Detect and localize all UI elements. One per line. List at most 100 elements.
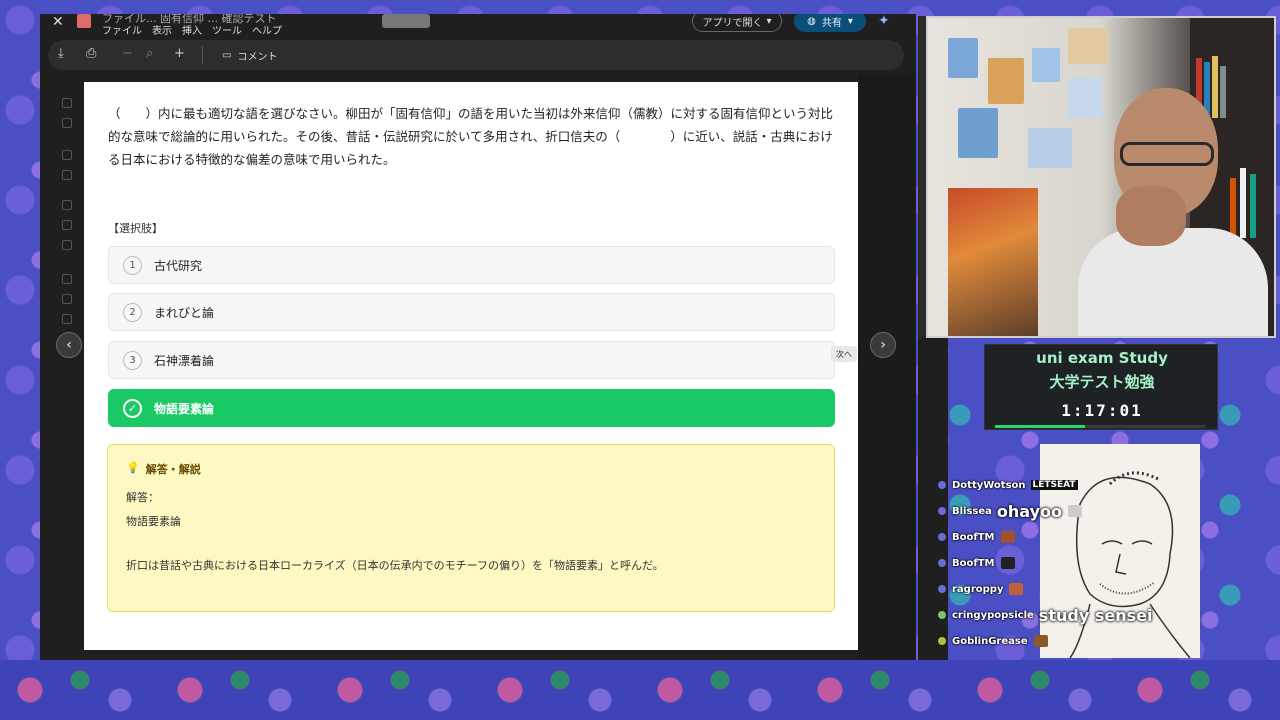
comment-button[interactable]: ▭ コメント: [214, 44, 285, 66]
open-with-app-button[interactable]: アプリで開く ▾: [692, 14, 782, 32]
chat-emote: [1000, 557, 1015, 569]
choice-option-4-selected[interactable]: ✓ 物語要素論: [108, 389, 835, 427]
choices-label: 【選択肢】: [108, 222, 163, 235]
viewer-toolbar: ⤓ ⎙ − ⌕ + ▭ コメント: [48, 40, 904, 70]
image-icon[interactable]: [62, 150, 72, 160]
choice-text: 石神漂着論: [154, 353, 215, 368]
chat-username: DottyWotson: [952, 479, 1026, 491]
chat-message: BoofTM: [938, 552, 1015, 574]
choice-option-1[interactable]: 1 古代研究: [108, 246, 835, 284]
study-timer-widget: uni exam Study 大学テスト勉強 1:17:01: [984, 344, 1218, 430]
wall-poster: [958, 108, 998, 158]
chat-emote: [1000, 531, 1015, 543]
chat-message: DottyWotson LETSEAT: [938, 474, 1078, 496]
choice-option-2[interactable]: 2 まれびと論: [108, 293, 835, 331]
person-body: [1078, 228, 1268, 336]
timer-title: uni exam Study: [1036, 349, 1168, 367]
chat-emote: [1033, 635, 1048, 647]
book: [1230, 178, 1236, 238]
choice-text: 物語要素論: [154, 401, 215, 416]
chat-username: GoblinGrease: [952, 635, 1028, 647]
wall-poster: [1068, 78, 1102, 118]
open-app-label: アプリで開く: [702, 17, 763, 29]
wall-poster: [1032, 48, 1060, 82]
book: [1240, 168, 1246, 238]
menu-item-tools[interactable]: ツール: [212, 22, 242, 37]
chat-badge-icon: [938, 533, 946, 541]
print-icon[interactable]: ⎙: [86, 46, 96, 61]
menu-item-insert[interactable]: 挿入: [182, 22, 202, 37]
globe-icon: ◍: [807, 15, 816, 27]
document-icon: [77, 14, 91, 28]
next-page-button[interactable]: ›: [870, 332, 896, 358]
history-icon[interactable]: [62, 274, 72, 284]
gemini-sparkle-icon[interactable]: ✦: [878, 14, 890, 29]
menu-bar: ファイル 表示 挿入 ツール ヘルプ: [102, 22, 282, 37]
dragon-poster: [948, 188, 1038, 336]
people-icon[interactable]: [62, 200, 72, 210]
chat-badge-icon: [938, 611, 946, 619]
home-icon[interactable]: [62, 98, 72, 108]
chevron-down-icon: ▾: [847, 15, 853, 27]
chevron-right-icon: ›: [880, 337, 886, 353]
chat-text: study sensei: [1038, 605, 1153, 625]
wall-poster: [1028, 128, 1072, 168]
chat-badge-icon: [938, 559, 946, 567]
comment-label: コメント: [237, 51, 278, 63]
toolbar-divider: [202, 46, 203, 64]
zoom-in-icon[interactable]: +: [174, 46, 185, 61]
question-text: （ ）内に最も適切な語を選びなさい。柳田が「固有信仰」の語を用いた当初は外来信仰…: [108, 106, 834, 167]
chat-badge-icon: [938, 637, 946, 645]
trash-icon[interactable]: [62, 294, 72, 304]
slides-icon[interactable]: [62, 170, 72, 180]
wall-poster: [1068, 28, 1108, 64]
choice-number: 3: [123, 350, 142, 370]
clock-icon[interactable]: [62, 220, 72, 230]
chat-username: BoofTM: [952, 557, 995, 569]
zoom-icon[interactable]: ⌕: [146, 46, 153, 61]
chat-username: cringypopsicle: [952, 609, 1034, 621]
choice-text: 古代研究: [154, 258, 203, 273]
download-icon[interactable]: ⤓: [58, 46, 64, 61]
timer-subtitle: 大学テスト勉強: [1049, 373, 1155, 391]
choice-option-3[interactable]: 3 石神漂着論: [108, 341, 835, 379]
menu-item-help[interactable]: ヘルプ: [252, 22, 282, 37]
menu-item-view[interactable]: 表示: [152, 22, 172, 37]
chat-message: cringypopsicle study sensei: [938, 604, 1152, 626]
menu-item-file[interactable]: ファイル: [102, 22, 142, 37]
glasses: [1120, 142, 1214, 166]
zoom-out-icon[interactable]: −: [122, 46, 133, 61]
answer-heading: 💡 解答・解説: [126, 461, 201, 477]
chevron-down-icon: ▾: [766, 15, 772, 27]
webcam-feed: [926, 16, 1276, 338]
choice-number: 1: [123, 255, 142, 275]
book: [1220, 66, 1226, 118]
check-icon: ✓: [123, 398, 142, 418]
share-label: 共有: [821, 17, 842, 29]
stream-background-bottom: [0, 660, 1280, 720]
previous-page-button[interactable]: ‹: [56, 332, 82, 358]
choice-number: 2: [123, 302, 142, 322]
document-page: （ ）内に最も適切な語を選びなさい。柳田が「固有信仰」の語を用いた当初は外来信仰…: [84, 82, 858, 650]
book: [1250, 174, 1256, 238]
answer-label: 解答：: [126, 491, 159, 504]
star-icon[interactable]: [62, 240, 72, 250]
chevron-left-icon: ‹: [66, 337, 72, 353]
document-viewer-window: ✕ ファイル... 固有信仰 ... 確認テスト ファイル 表示 挿入 ツール …: [40, 14, 916, 660]
wall-poster: [988, 58, 1024, 104]
close-icon[interactable]: ✕: [52, 14, 64, 30]
answer-heading-text: 解答・解説: [145, 463, 201, 476]
chat-username: Blissea: [952, 505, 992, 517]
chat-badge-icon: [938, 585, 946, 593]
cloud-icon[interactable]: [62, 314, 72, 324]
timer-clock: 1:17:01: [1061, 401, 1143, 420]
chat-message: Blissea ohayoo: [938, 500, 1083, 522]
next-tooltip: 次へ: [831, 346, 857, 362]
answer-value: 物語要素論: [126, 515, 181, 528]
chat-message: BoofTM: [938, 526, 1015, 548]
book: [1212, 56, 1218, 118]
share-button[interactable]: ◍ 共有 ▾: [794, 14, 866, 32]
grid-icon[interactable]: [62, 118, 72, 128]
chat-message: GoblinGrease: [938, 630, 1048, 652]
titlebar: ✕ ファイル... 固有信仰 ... 確認テスト ファイル 表示 挿入 ツール …: [40, 14, 916, 38]
